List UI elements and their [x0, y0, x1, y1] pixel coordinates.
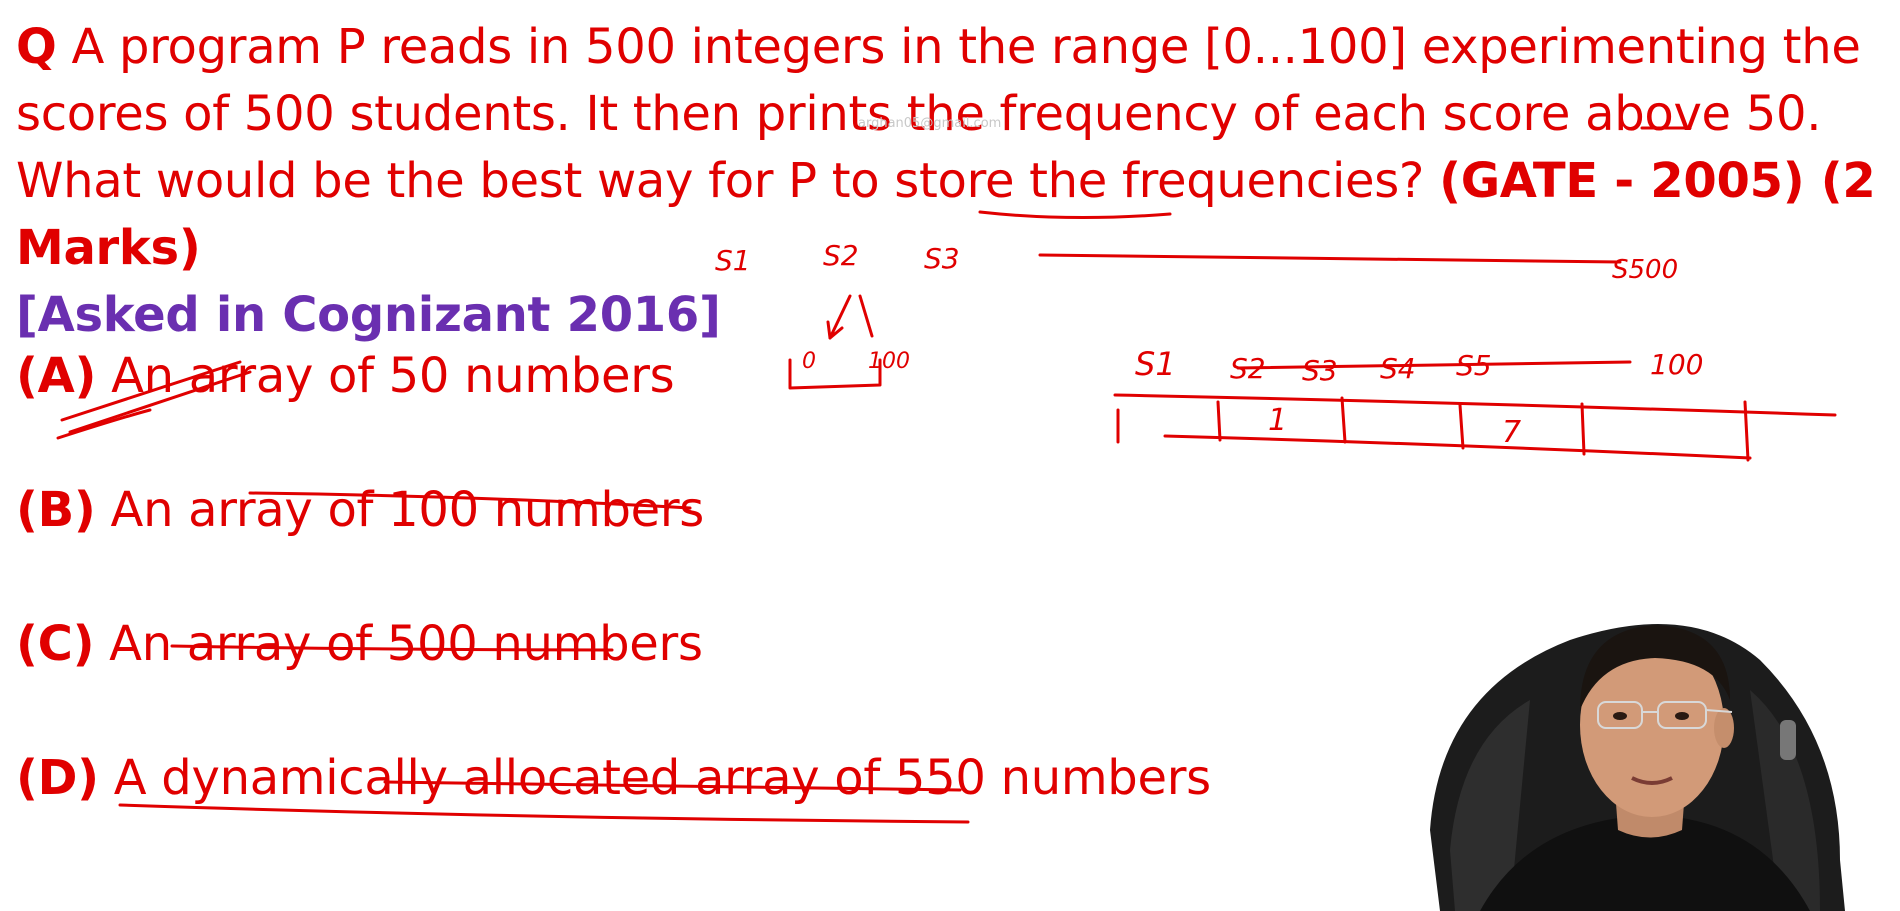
label-s500: S500 [1612, 255, 1678, 285]
label-s2: S2 [823, 239, 859, 272]
cell-value-7: 7 [1502, 415, 1521, 450]
array-label-s3: S3 [1302, 354, 1338, 387]
presenter-image [1430, 624, 1845, 911]
array-label-s4: S4 [1380, 352, 1416, 385]
label-s1: S1 [715, 244, 751, 277]
array-label-s2: S2 [1230, 352, 1266, 385]
array-label-s1: S1 [1135, 345, 1176, 383]
cell-value-1: 1 [1268, 403, 1287, 438]
array-label-s5: S5 [1456, 349, 1492, 382]
label-0: 0 [802, 349, 816, 374]
array-label-100: 100 [1650, 348, 1703, 381]
label-s3: S3 [924, 242, 960, 275]
presenter-webcam [1420, 600, 1900, 911]
label-100: 100 [868, 349, 910, 374]
